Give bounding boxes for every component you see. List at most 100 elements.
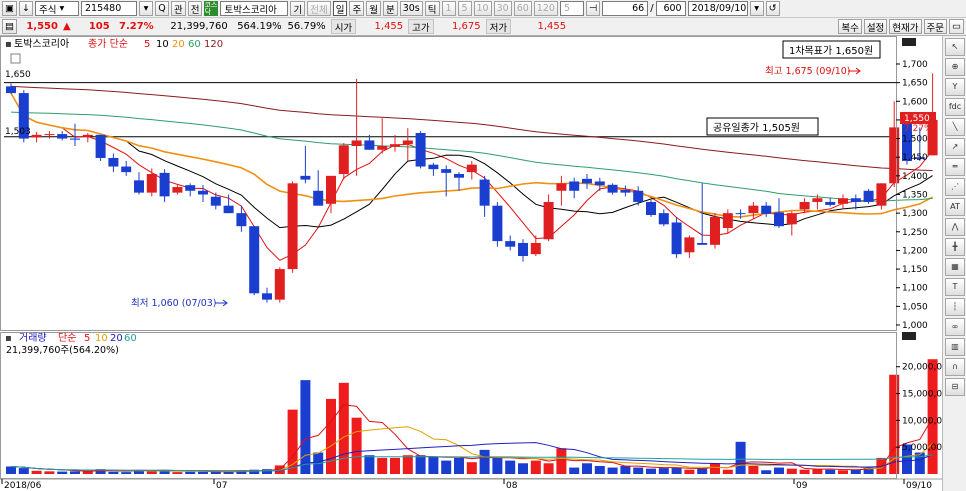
magnet-icon[interactable]: ∩ bbox=[945, 358, 965, 376]
volume-bar bbox=[786, 468, 797, 474]
volume-ma-label[interactable]: 단순 bbox=[58, 332, 76, 344]
price-tick-label: 1,600 bbox=[902, 97, 928, 107]
grid-icon[interactable]: ▦ bbox=[945, 258, 965, 276]
interval-120[interactable]: 120 bbox=[533, 1, 558, 16]
market-select[interactable]: 주식 ▾ bbox=[34, 1, 79, 16]
volume-bar bbox=[441, 460, 452, 474]
stock-code-input[interactable]: 215480 bbox=[80, 1, 137, 16]
count-input[interactable]: 66 bbox=[602, 1, 649, 16]
cursor-icon[interactable]: ↖ bbox=[945, 38, 965, 56]
settings-button[interactable]: 설정 bbox=[863, 19, 888, 34]
drawing-toolbar: ↖ ⊕ Y fdc ╲ ↗ ═ ⋰ AT ⋀ ╋ ▦ T ┆ ∞ ▥ ∩ ⊟ bbox=[942, 36, 966, 491]
candle-body bbox=[70, 138, 80, 140]
interval-30[interactable]: 30 bbox=[493, 1, 512, 16]
parallel-icon[interactable]: ═ bbox=[945, 158, 965, 176]
period-30s[interactable]: 30s bbox=[399, 1, 423, 16]
market-select-value: 주식 bbox=[38, 4, 57, 16]
layout-icon[interactable]: ▣ bbox=[2, 1, 17, 16]
volume-bar bbox=[505, 460, 516, 474]
interval-10[interactable]: 10 bbox=[473, 1, 492, 16]
search-icon[interactable]: Q bbox=[154, 1, 169, 16]
period-day[interactable]: 일 bbox=[332, 1, 348, 16]
candle-body bbox=[838, 198, 848, 204]
link-all-icon[interactable]: ∞ bbox=[945, 318, 965, 336]
turnover-rate: 56.79% bbox=[287, 21, 326, 32]
candle-body bbox=[607, 184, 618, 193]
cross-icon[interactable]: ╋ bbox=[945, 238, 965, 256]
price-tick-label: 1,050 bbox=[902, 302, 928, 312]
all-period-button[interactable]: 전체 bbox=[307, 1, 331, 16]
volume-bar bbox=[198, 471, 208, 474]
candle-body bbox=[82, 134, 93, 137]
checkbox-icon[interactable] bbox=[10, 53, 21, 64]
chart-icon[interactable]: ▥ bbox=[945, 338, 965, 356]
x-tick-label: 09 bbox=[796, 481, 808, 491]
volume-bar bbox=[556, 448, 567, 474]
period-button[interactable]: 기 bbox=[290, 1, 306, 16]
panel-ctrl-icon[interactable] bbox=[902, 38, 916, 46]
volume-bar bbox=[671, 467, 682, 474]
period-month[interactable]: 월 bbox=[366, 1, 381, 16]
date-input[interactable]: 2018/09/10 bbox=[687, 1, 748, 16]
stock-chart[interactable]: 1,700 1,650 1,600 1,550 1,500 1,450 1,400 1,350… bbox=[0, 36, 942, 491]
interval-5[interactable]: 5 bbox=[457, 1, 472, 16]
volume-bar bbox=[684, 469, 695, 474]
related-button[interactable]: 관 bbox=[170, 1, 186, 16]
candle-body bbox=[543, 201, 554, 240]
window-icon[interactable]: ▭ bbox=[949, 19, 964, 34]
total-input[interactable]: 600 bbox=[655, 1, 686, 16]
candle-body bbox=[594, 181, 605, 186]
candle-body bbox=[658, 213, 669, 225]
current-price-button[interactable]: 현재가 bbox=[889, 19, 922, 34]
stock-name-field[interactable]: 토박스코리아 bbox=[220, 1, 289, 16]
volume-bar bbox=[735, 441, 746, 474]
down-icon[interactable]: ↓ bbox=[18, 1, 33, 16]
volume-value-text: 21,399,760주(564.20%) bbox=[6, 345, 119, 356]
wave-icon[interactable]: ⋀ bbox=[945, 218, 965, 236]
interval-spin-input[interactable]: 5 bbox=[559, 1, 584, 16]
refresh-icon[interactable]: ↺ bbox=[765, 1, 780, 16]
volume-bar bbox=[594, 465, 605, 474]
volume-bar bbox=[582, 463, 592, 474]
period-week[interactable]: 주 bbox=[349, 1, 365, 16]
ma-legend-label[interactable]: 종가 단순 bbox=[88, 38, 128, 50]
lock-icon[interactable]: ▤ bbox=[2, 19, 17, 34]
volume-tick-label: 15,000,00 bbox=[902, 390, 942, 400]
volume-bar bbox=[722, 469, 733, 474]
volume-bar bbox=[185, 471, 196, 474]
indicator-icon[interactable]: Y bbox=[945, 78, 965, 96]
volume-legend-label[interactable]: 거래량 bbox=[19, 332, 47, 344]
fan-icon[interactable]: ⋰ bbox=[945, 178, 965, 196]
trend-line-icon[interactable]: ╲ bbox=[945, 118, 965, 136]
interval-1[interactable]: 1 bbox=[441, 1, 456, 16]
vol-panel-ctrl-icon[interactable] bbox=[902, 332, 916, 340]
candle-body bbox=[402, 140, 413, 145]
interval-60[interactable]: 60 bbox=[513, 1, 532, 16]
slider-icon[interactable]: ⊣ bbox=[585, 1, 601, 16]
period-minute[interactable]: 분 bbox=[382, 1, 398, 16]
stock-name-legend[interactable]: 토박스코리아 bbox=[14, 38, 69, 50]
fdc-icon[interactable]: fdc bbox=[945, 98, 965, 116]
zoom-icon[interactable]: ⊕ bbox=[945, 58, 965, 76]
arrow-line-icon[interactable]: ↗ bbox=[945, 138, 965, 156]
volume-bar bbox=[18, 468, 29, 474]
total-value: 600 bbox=[663, 3, 682, 14]
multi-button[interactable]: 복수 bbox=[838, 19, 862, 34]
all-button[interactable]: 전 bbox=[187, 1, 203, 16]
volume-bar bbox=[761, 470, 772, 474]
vol-ma-20: 20 bbox=[110, 333, 123, 344]
period-tick[interactable]: 틱 bbox=[424, 1, 440, 16]
order-button[interactable]: 주문 bbox=[923, 19, 948, 34]
volume-bar bbox=[479, 449, 490, 474]
lock-tool-icon[interactable]: ⊟ bbox=[945, 378, 965, 396]
date-dropdown-icon[interactable]: ▾ bbox=[749, 1, 764, 16]
volume-bar bbox=[377, 457, 388, 474]
auto-icon[interactable]: AT bbox=[945, 198, 965, 216]
volume-bar bbox=[121, 472, 132, 474]
text-icon[interactable]: T bbox=[945, 278, 965, 296]
vertical-line-icon[interactable]: ┆ bbox=[945, 298, 965, 316]
stock-code-value: 215480 bbox=[84, 3, 122, 14]
x-tick-label: 2018/06 bbox=[4, 481, 42, 491]
candle-body bbox=[774, 212, 784, 227]
code-dropdown-icon[interactable]: ▾ bbox=[138, 1, 153, 16]
